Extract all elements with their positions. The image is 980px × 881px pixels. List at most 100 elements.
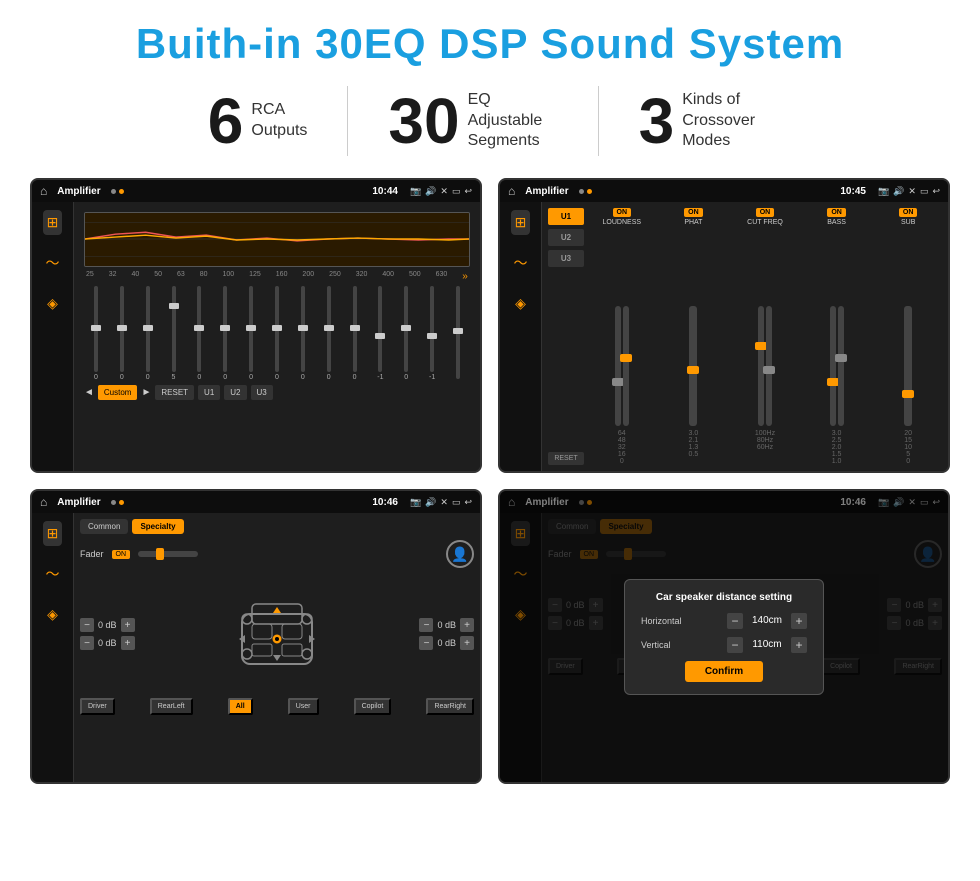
dot-5 [111, 500, 116, 505]
close-icon-1[interactable]: ✕ [440, 186, 448, 197]
fader-on-badge[interactable]: ON [112, 550, 131, 559]
loudness-ctrl: ON LOUDNESS [588, 208, 656, 230]
window-icon-2[interactable]: ▭ [920, 186, 929, 197]
wave-icon-3[interactable]: 〜 [42, 560, 64, 588]
slider-100: 0 [239, 286, 263, 381]
left-sidebar-2: ⊞ 〜 ◈ [500, 202, 542, 471]
prev-icon[interactable]: ◄ [84, 387, 94, 398]
speaker-icon-3[interactable]: ◈ [43, 602, 62, 627]
main-title: Buith-in 30EQ DSP Sound System [30, 20, 950, 68]
camera-icon-2: 📷 [878, 186, 889, 197]
all-btn[interactable]: All [228, 698, 253, 715]
vertical-plus[interactable]: + [791, 637, 807, 653]
eq-icon-2[interactable]: ⊞ [511, 210, 531, 235]
speaker-icon[interactable]: ◈ [43, 291, 62, 316]
u3-btn[interactable]: U3 [251, 385, 273, 400]
fader-label: Fader [80, 549, 104, 559]
screen-content-1: ⊞ 〜 ◈ [32, 202, 480, 471]
left-sidebar-1: ⊞ 〜 ◈ [32, 202, 74, 471]
speaker-icon-2[interactable]: ◈ [511, 291, 530, 316]
eq-icon-3[interactable]: ⊞ [43, 521, 63, 546]
bass-on[interactable]: ON [827, 208, 846, 217]
driver-btn[interactable]: Driver [80, 698, 115, 715]
u2-channel[interactable]: U2 [548, 229, 584, 246]
window-icon-1[interactable]: ▭ [452, 186, 461, 197]
app-name-3: Amplifier [57, 497, 100, 508]
phat-slider [660, 306, 728, 426]
db-minus-2[interactable]: − [80, 636, 94, 650]
db-row-4: − 0 dB + [419, 636, 474, 650]
db-minus-1[interactable]: − [80, 618, 94, 632]
home-icon-1[interactable]: ⌂ [40, 184, 47, 198]
db-plus-2[interactable]: + [121, 636, 135, 650]
slider-630 [446, 286, 470, 381]
tab-common[interactable]: Common [80, 519, 128, 534]
screen-content-3: ⊞ 〜 ◈ Common Specialty Fader ON [32, 513, 480, 782]
u1-channel[interactable]: U1 [548, 208, 584, 225]
wave-icon[interactable]: 〜 [42, 249, 64, 277]
screen-crossover: ⌂ Amplifier 10:46 📷 🔊 ✕ ▭ ↩ ⊞ 〜 [30, 489, 482, 784]
horizontal-plus[interactable]: + [791, 613, 807, 629]
bass-ctrl: ON BASS [803, 208, 871, 230]
u3-channel[interactable]: U3 [548, 250, 584, 267]
screen-content-2: ⊞ 〜 ◈ U1 U2 U3 RESET [500, 202, 948, 471]
next-icon[interactable]: ► [141, 387, 151, 398]
stat-crossover-number: 3 [639, 89, 675, 153]
sub-label: SUB [901, 219, 915, 226]
slider-80: 0 [213, 286, 237, 381]
loudness-on[interactable]: ON [613, 208, 632, 217]
cutfreq-label: CUT FREQ [747, 219, 783, 226]
db-minus-4[interactable]: − [419, 636, 433, 650]
status-icons-1: 📷 🔊 ✕ ▭ ↩ [410, 186, 472, 197]
phat-on[interactable]: ON [684, 208, 703, 217]
amp-scale-row: 644832160 3.02.11.30.5 100Hz80Hz60Hz 3.0… [588, 430, 942, 465]
stats-row: 6 RCAOutputs 30 EQ AdjustableSegments 3 … [30, 86, 950, 156]
horizontal-minus[interactable]: − [727, 613, 743, 629]
bass-label: BASS [827, 219, 846, 226]
db-row-1: − 0 dB + [80, 618, 135, 632]
rearright-btn[interactable]: RearRight [426, 698, 474, 715]
tab-specialty[interactable]: Specialty [132, 519, 183, 534]
db-minus-3[interactable]: − [419, 618, 433, 632]
home-icon-2[interactable]: ⌂ [508, 184, 515, 198]
rearleft-btn[interactable]: RearLeft [150, 698, 193, 715]
status-icons-2: 📷 🔊 ✕ ▭ ↩ [878, 186, 940, 197]
sub-ctrl: ON SUB [874, 208, 942, 230]
copilot-btn[interactable]: Copilot [354, 698, 392, 715]
sliders-row: 0 0 0 5 [84, 286, 470, 381]
user-btn[interactable]: User [288, 698, 319, 715]
close-icon-3[interactable]: ✕ [440, 497, 448, 508]
vertical-minus[interactable]: − [727, 637, 743, 653]
sub-on[interactable]: ON [899, 208, 918, 217]
db-plus-1[interactable]: + [121, 618, 135, 632]
slider-320: -1 [368, 286, 392, 381]
db-plus-4[interactable]: + [460, 636, 474, 650]
close-icon-2[interactable]: ✕ [908, 186, 916, 197]
wave-icon-2[interactable]: 〜 [510, 249, 532, 277]
channel-list: U1 U2 U3 RESET [548, 208, 584, 465]
back-icon-2[interactable]: ↩ [932, 186, 940, 197]
db-row-2: − 0 dB + [80, 636, 135, 650]
u1-btn[interactable]: U1 [198, 385, 220, 400]
slider-250: 0 [343, 286, 367, 381]
db-plus-3[interactable]: + [460, 618, 474, 632]
camera-icon-1: 📷 [410, 186, 421, 197]
time-1: 10:44 [372, 186, 398, 197]
back-icon-3[interactable]: ↩ [464, 497, 472, 508]
window-icon-3[interactable]: ▭ [452, 497, 461, 508]
u2-btn[interactable]: U2 [224, 385, 246, 400]
fader-slider[interactable] [138, 551, 198, 557]
phat-label: PHAT [684, 219, 702, 226]
eq-layout: 2532405063 80100125160200 25032040050063… [80, 208, 474, 465]
home-icon-3[interactable]: ⌂ [40, 495, 47, 509]
eq-icon[interactable]: ⊞ [43, 210, 63, 235]
reset-btn[interactable]: RESET [155, 385, 194, 400]
reset-channel[interactable]: RESET [548, 452, 584, 465]
back-icon-1[interactable]: ↩ [464, 186, 472, 197]
preset-custom[interactable]: Custom [98, 385, 138, 400]
profile-icon[interactable]: 👤 [446, 540, 474, 568]
slider-400: 0 [394, 286, 418, 381]
cutfreq-on[interactable]: ON [756, 208, 775, 217]
stat-rca-number: 6 [208, 89, 244, 153]
confirm-button[interactable]: Confirm [685, 661, 763, 682]
